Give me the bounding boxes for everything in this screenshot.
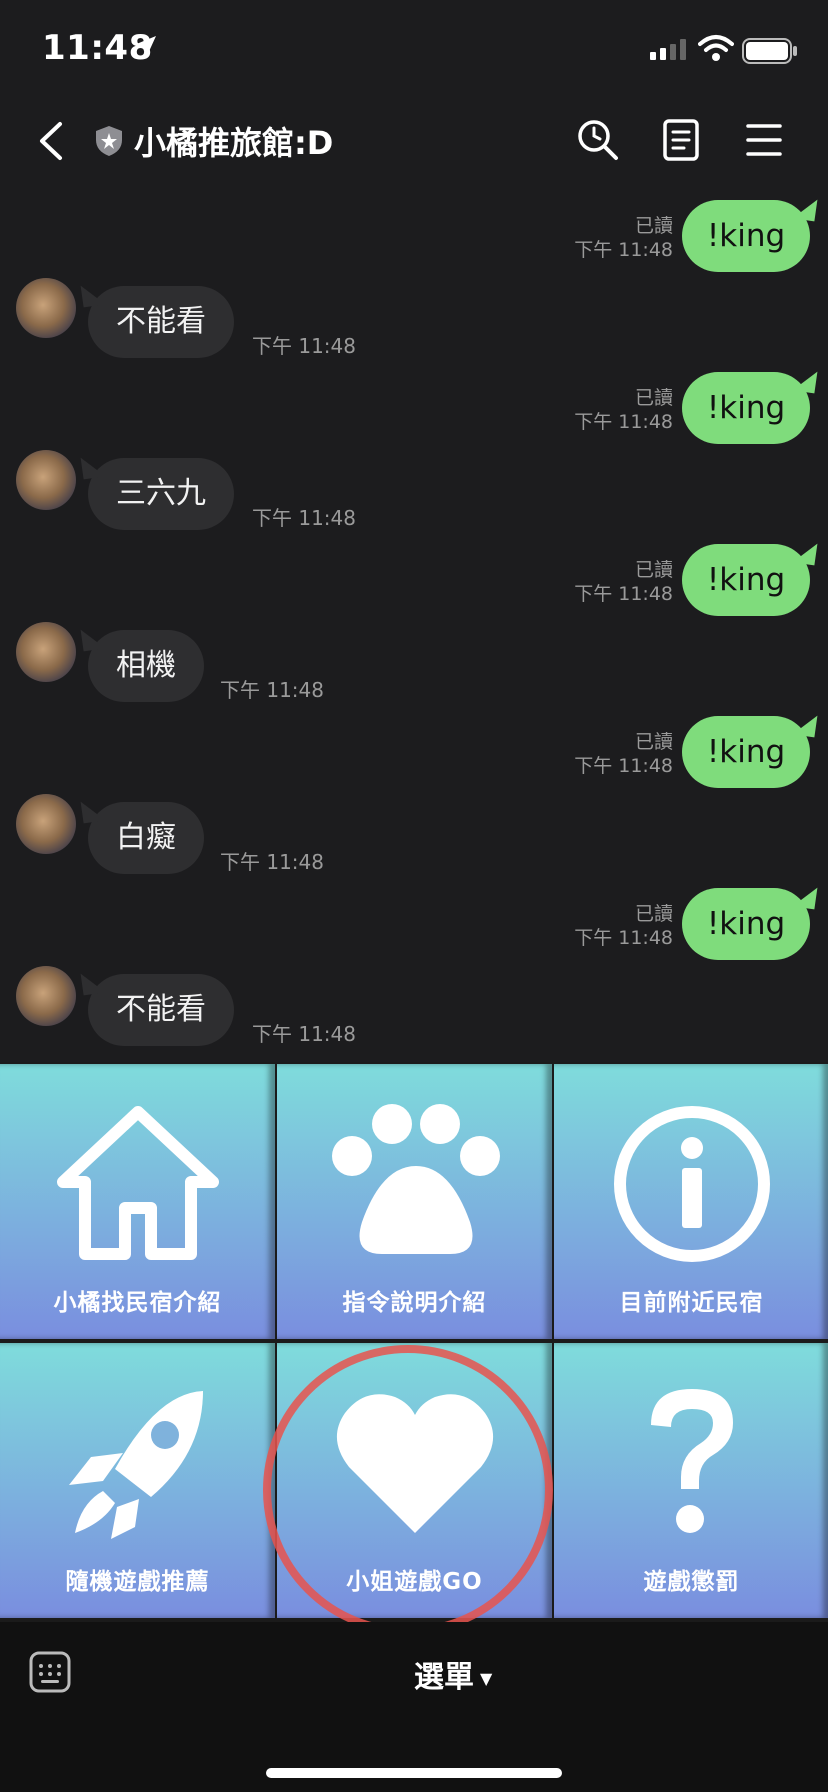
read-receipt: 已讀 <box>634 215 673 237</box>
message-list[interactable]: 已讀 下午 11:48 !king 不能看 下午 11:48 已讀 下午 11:… <box>0 180 828 1062</box>
message-bubble[interactable]: 不能看 <box>88 974 234 1046</box>
outgoing-message: 已讀 下午 11:48 !king <box>0 888 828 968</box>
message-bubble[interactable]: !king <box>682 888 810 960</box>
wifi-icon <box>698 35 734 61</box>
chat-title: 小橘推旅館:D <box>134 124 334 162</box>
menu-tile-game-penalty[interactable]: 遊戲懲罰 <box>554 1343 828 1618</box>
message-time: 下午 11:48 <box>574 927 673 949</box>
message-bubble[interactable]: 不能看 <box>88 286 234 358</box>
house-icon <box>56 1106 219 1260</box>
message-bubble[interactable]: !king <box>682 544 810 616</box>
incoming-message: 不能看 下午 11:48 <box>0 278 828 366</box>
menu-toggle-label: 選單 <box>414 1660 474 1695</box>
read-receipt: 已讀 <box>634 387 673 409</box>
message-time: 下午 11:48 <box>574 583 673 605</box>
bottom-bar: 選單 ▼ <box>0 1622 828 1792</box>
message-meta: 已讀 下午 11:48 <box>574 386 673 434</box>
message-bubble[interactable]: !king <box>682 372 810 444</box>
message-time: 下午 11:48 <box>574 411 673 433</box>
home-indicator[interactable] <box>266 1768 562 1778</box>
location-arrow-icon <box>134 36 156 58</box>
message-bubble[interactable]: !king <box>682 716 810 788</box>
caret-down-icon: ▼ <box>480 1669 493 1688</box>
incoming-message: 相機 下午 11:48 <box>0 622 828 710</box>
tile-label: 目前附近民宿 <box>619 1290 764 1316</box>
message-bubble[interactable]: 三六九 <box>88 458 234 530</box>
chat-header: 小橘推旅館:D <box>0 100 828 180</box>
tile-label: 指令說明介紹 <box>342 1290 487 1316</box>
info-icon <box>613 1106 770 1262</box>
message-time: 下午 11:48 <box>220 850 324 874</box>
menu-tile-random-game[interactable]: 隨機遊戲推薦 <box>0 1343 275 1618</box>
message-meta: 已讀 下午 11:48 <box>574 902 673 950</box>
tile-label: 隨機遊戲推薦 <box>65 1569 210 1595</box>
message-time: 下午 11:48 <box>252 1022 356 1046</box>
menu-tile-command-help[interactable]: 指令說明介紹 <box>277 1064 552 1339</box>
message-meta: 已讀 下午 11:48 <box>574 730 673 778</box>
avatar[interactable] <box>16 622 76 682</box>
outgoing-message: 已讀 下午 11:48 !king <box>0 200 828 280</box>
message-bubble[interactable]: 白癡 <box>88 802 204 874</box>
message-time: 下午 11:48 <box>220 678 324 702</box>
menu-toggle-button[interactable]: 選單 ▼ <box>414 1652 492 1696</box>
message-bubble[interactable]: 相機 <box>88 630 204 702</box>
message-bubble[interactable]: !king <box>682 200 810 272</box>
status-bar: 11:48 <box>0 0 828 100</box>
message-meta: 已讀 下午 11:48 <box>574 558 673 606</box>
search-icon[interactable] <box>576 118 620 162</box>
message-time: 下午 11:48 <box>574 239 673 261</box>
message-meta: 已讀 下午 11:48 <box>574 214 673 262</box>
paw-icon <box>331 1104 500 1254</box>
highlight-circle-annotation <box>263 1345 553 1635</box>
rocket-icon <box>68 1391 203 1539</box>
question-icon <box>650 1389 733 1533</box>
keyboard-icon[interactable] <box>28 1650 72 1694</box>
tile-label: 遊戲懲罰 <box>643 1569 740 1595</box>
shield-icon <box>96 126 122 156</box>
incoming-message: 三六九 下午 11:48 <box>0 450 828 538</box>
avatar[interactable] <box>16 794 76 854</box>
avatar[interactable] <box>16 966 76 1026</box>
incoming-message: 白癡 下午 11:48 <box>0 794 828 882</box>
battery-icon <box>742 38 797 64</box>
avatar[interactable] <box>16 278 76 338</box>
outgoing-message: 已讀 下午 11:48 !king <box>0 372 828 452</box>
outgoing-message: 已讀 下午 11:48 !king <box>0 716 828 796</box>
back-chevron-icon[interactable] <box>36 120 66 162</box>
notes-icon[interactable] <box>662 118 700 162</box>
message-time: 下午 11:48 <box>574 755 673 777</box>
menu-tile-house-intro[interactable]: 小橘找民宿介紹 <box>0 1064 275 1339</box>
message-time: 下午 11:48 <box>252 334 356 358</box>
menu-tile-nearby[interactable]: 目前附近民宿 <box>554 1064 828 1339</box>
read-receipt: 已讀 <box>634 731 673 753</box>
incoming-message: 不能看 下午 11:48 <box>0 966 828 1054</box>
cellular-signal-icon <box>650 39 686 60</box>
hamburger-menu-icon[interactable] <box>744 118 784 162</box>
avatar[interactable] <box>16 450 76 510</box>
read-receipt: 已讀 <box>634 903 673 925</box>
read-receipt: 已讀 <box>634 559 673 581</box>
tile-label: 小橘找民宿介紹 <box>53 1290 222 1316</box>
outgoing-message: 已讀 下午 11:48 !king <box>0 544 828 624</box>
message-time: 下午 11:48 <box>252 506 356 530</box>
